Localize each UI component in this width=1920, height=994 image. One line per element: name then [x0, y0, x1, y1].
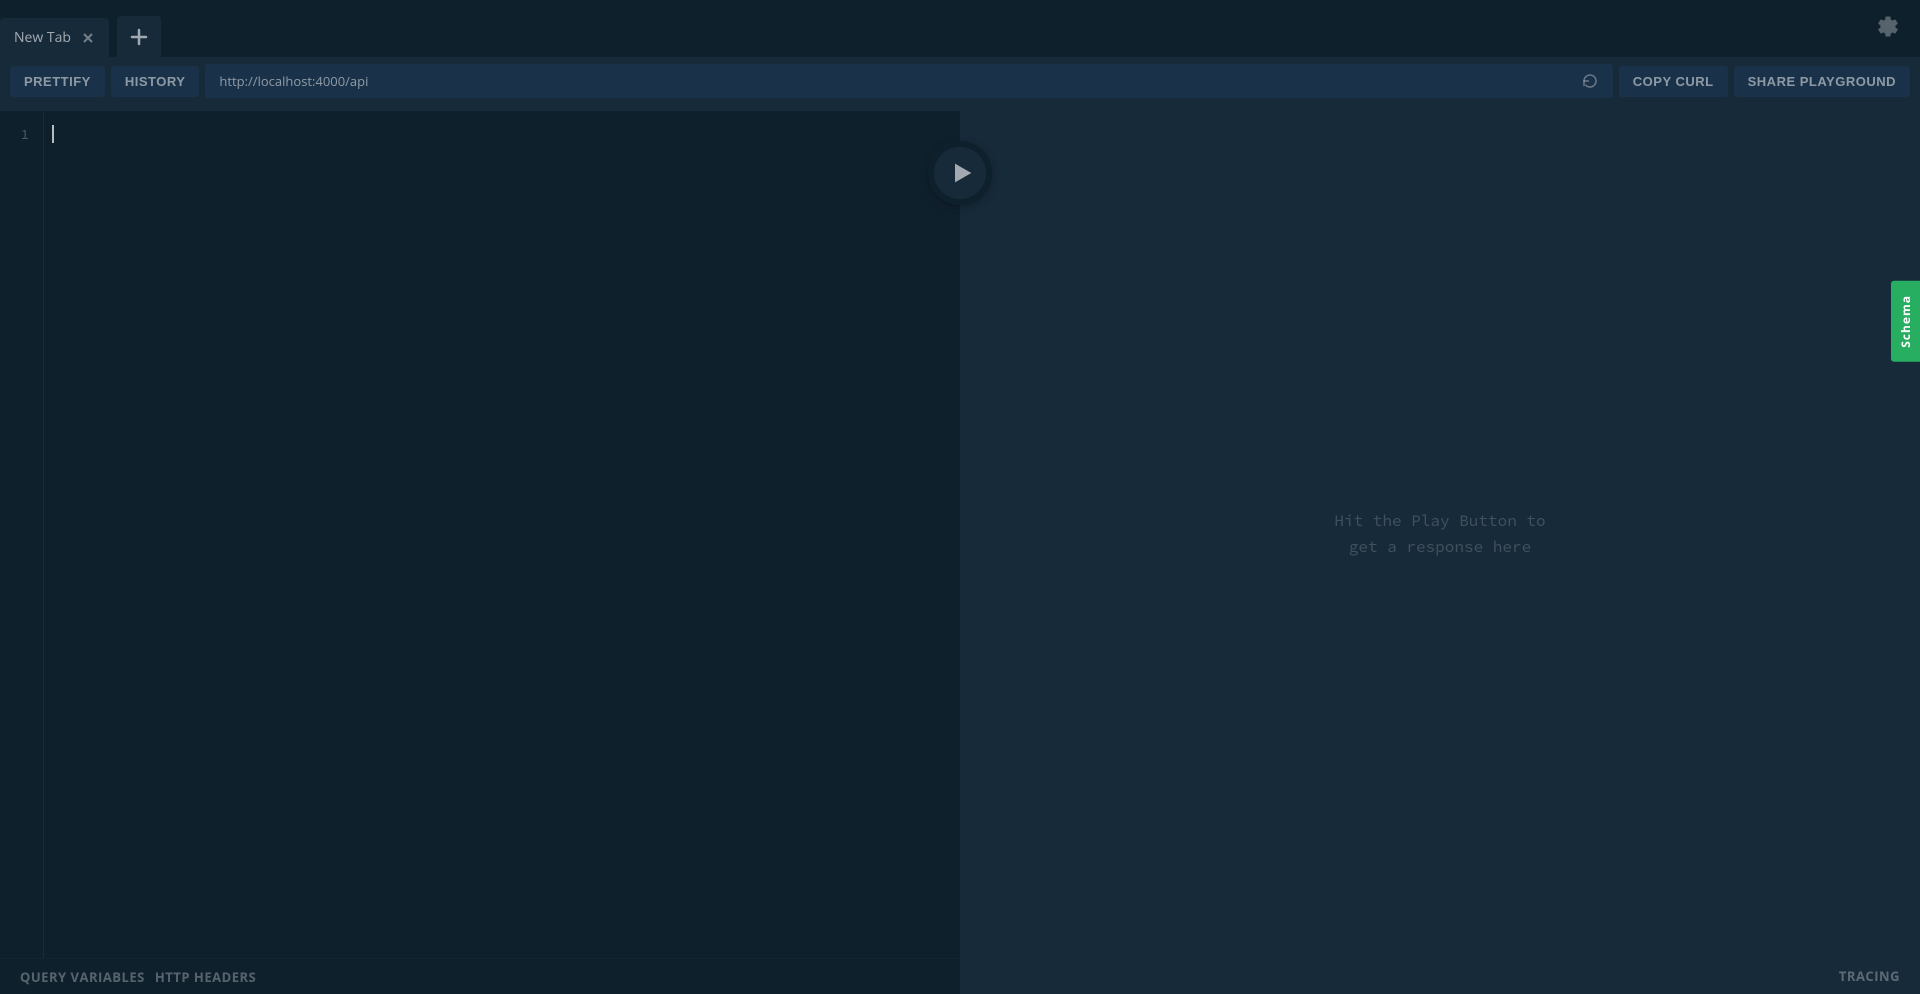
- play-icon: [948, 159, 976, 187]
- play-button[interactable]: [928, 141, 992, 205]
- editor-footer: Query Variables HTTP Headers: [0, 958, 960, 994]
- gear-icon: [1876, 14, 1900, 38]
- schema-tab[interactable]: Schema: [1891, 281, 1920, 362]
- settings-button[interactable]: [1876, 14, 1900, 43]
- query-variables-tab[interactable]: Query Variables: [20, 968, 145, 986]
- tab-new[interactable]: New Tab: [0, 18, 109, 57]
- main-content: 1 Query Variables HTTP Headers Hit the P…: [0, 105, 1920, 994]
- plus-icon: [130, 28, 148, 46]
- query-editor[interactable]: 1: [0, 111, 960, 958]
- editor-pane: 1 Query Variables HTTP Headers: [0, 111, 960, 994]
- tab-bar: New Tab: [0, 0, 1920, 57]
- line-gutter: 1: [0, 111, 44, 958]
- tracing-tab[interactable]: Tracing: [1839, 967, 1900, 985]
- tabs-container: New Tab: [0, 0, 161, 57]
- close-icon[interactable]: [81, 31, 95, 45]
- tab-label: New Tab: [14, 28, 71, 47]
- http-headers-tab[interactable]: HTTP Headers: [155, 968, 256, 986]
- code-area[interactable]: [44, 111, 960, 958]
- result-footer: Tracing: [960, 958, 1920, 994]
- toolbar: Prettify History Copy CURL Share Playgro…: [0, 57, 1920, 105]
- copy-curl-button[interactable]: Copy CURL: [1619, 66, 1728, 97]
- history-button[interactable]: History: [111, 66, 200, 97]
- share-playground-button[interactable]: Share Playground: [1734, 66, 1910, 97]
- endpoint-input[interactable]: [219, 72, 1580, 90]
- cursor: [52, 125, 54, 143]
- reload-button[interactable]: [1581, 72, 1599, 90]
- result-pane: Hit the Play Button to get a response he…: [960, 111, 1920, 994]
- prettify-button[interactable]: Prettify: [10, 66, 105, 97]
- reload-icon: [1581, 72, 1599, 90]
- add-tab-button[interactable]: [117, 16, 161, 57]
- endpoint-wrapper: [205, 64, 1612, 98]
- line-number: 1: [0, 125, 29, 143]
- result-placeholder: Hit the Play Button to get a response he…: [960, 111, 1920, 958]
